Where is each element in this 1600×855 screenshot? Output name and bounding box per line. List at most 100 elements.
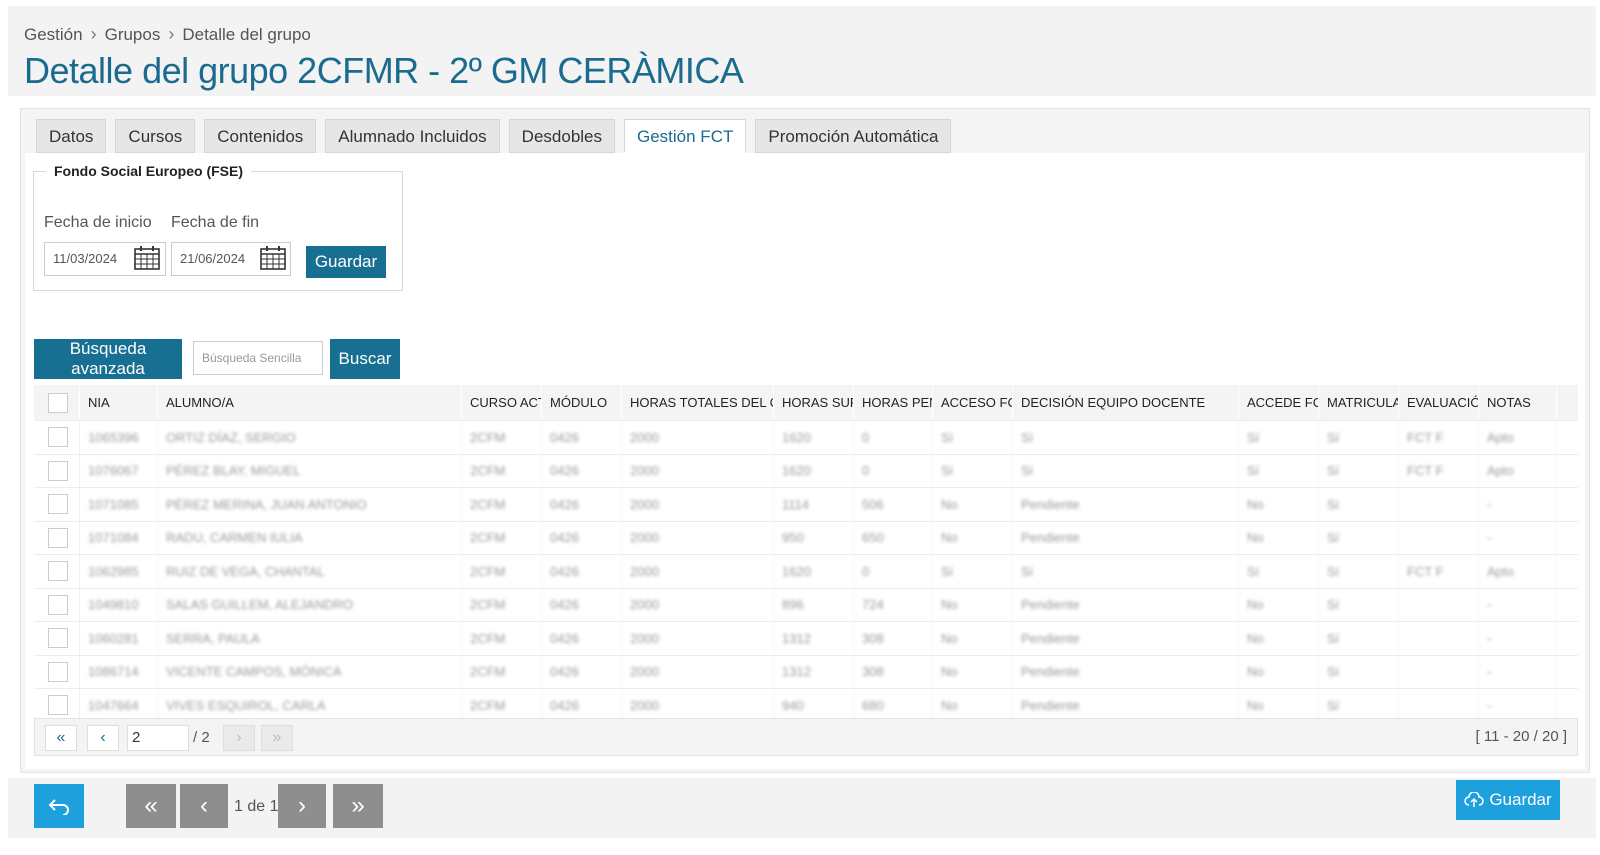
cell-horas-superadas: 1114 bbox=[774, 488, 854, 521]
row-checkbox[interactable] bbox=[48, 561, 68, 582]
cell-curso-actual: 2CFM bbox=[462, 555, 542, 588]
column-header-notas[interactable]: NOTAS bbox=[1479, 385, 1557, 420]
cell-decision-equipo-docente: Pendiente bbox=[1013, 488, 1239, 521]
row-checkbox[interactable] bbox=[48, 494, 68, 515]
breadcrumb-gestion[interactable]: Gestión bbox=[24, 25, 83, 45]
table-row[interactable]: 1062985 RUIZ DE VEGA, CHANTAL 2CFM 0426 2000… bbox=[34, 555, 1578, 589]
tab-cursos[interactable]: Cursos bbox=[115, 119, 196, 153]
column-header-evaluacion[interactable]: EVALUACIÓN bbox=[1399, 385, 1479, 420]
cell-alumno: PÉREZ MERINA, JUAN ANTONIO bbox=[158, 488, 462, 521]
cell-matriculado: Sí bbox=[1319, 655, 1399, 688]
cell-matriculado: Sí bbox=[1319, 421, 1399, 454]
table-row[interactable]: 1086714 VICENTE CAMPOS, MÓNICA 2CFM 0426 200… bbox=[34, 655, 1578, 689]
page-number-input[interactable]: 2 bbox=[127, 725, 189, 751]
cell-nia: 1071085 bbox=[80, 488, 158, 521]
table-row[interactable]: 1076067 PÉREZ BLAY, MIGUEL 2CFM 0426 2000 162… bbox=[34, 454, 1578, 488]
advanced-search-button[interactable]: Búsqueda avanzada bbox=[34, 339, 182, 379]
cell-horas-pendientes: 680 bbox=[854, 689, 933, 722]
cell-nia: 1065396 bbox=[80, 421, 158, 454]
cell-decision-equipo-docente: Pendiente bbox=[1013, 622, 1239, 655]
cell-alumno: VICENTE CAMPOS, MÓNICA bbox=[158, 655, 462, 688]
footer-toolbar: « ‹ 1 de 1 › » Guardar bbox=[8, 778, 1596, 838]
tab-alumnado-incluidos[interactable]: Alumnado Incluidos bbox=[325, 119, 500, 153]
row-checkbox[interactable] bbox=[48, 661, 68, 682]
column-header-alumno[interactable]: ALUMNO/A bbox=[158, 385, 462, 420]
chevron-right-icon: › bbox=[168, 24, 175, 44]
cloud-upload-icon bbox=[1464, 792, 1485, 807]
column-header-acceso-fct[interactable]: ACCESO FCT bbox=[933, 385, 1013, 420]
breadcrumb-grupos[interactable]: Grupos bbox=[105, 25, 161, 45]
cell-horas-pendientes: 650 bbox=[854, 521, 933, 554]
cell-horas-superadas: 940 bbox=[774, 689, 854, 722]
footer-next-page-icon[interactable]: › bbox=[278, 784, 326, 828]
footer-save-button[interactable]: Guardar bbox=[1456, 780, 1560, 820]
column-header-decision-equipo-docente[interactable]: DECISIÓN EQUIPO DOCENTE bbox=[1013, 385, 1239, 420]
row-checkbox[interactable] bbox=[48, 695, 68, 716]
calendar-icon[interactable] bbox=[259, 245, 287, 271]
cell-notas: - bbox=[1479, 588, 1557, 621]
cell-accede-fct: No bbox=[1239, 521, 1319, 554]
column-header-horas-superadas[interactable]: HORAS SUPER bbox=[774, 385, 854, 420]
fse-save-button[interactable]: Guardar bbox=[306, 246, 386, 278]
students-table: NIAALUMNO/ACURSO ACTUAMÓDULOHORAS TOTALE… bbox=[34, 385, 1578, 756]
cell-nia: 1062985 bbox=[80, 555, 158, 588]
table-row[interactable]: 1071084 RADU, CARMEN IULIA 2CFM 0426 2000 950… bbox=[34, 521, 1578, 555]
column-header-accede-fct[interactable]: ACCEDE FCT bbox=[1239, 385, 1319, 420]
tab-content: Fondo Social Europeo (FSE) Fecha de inic… bbox=[25, 153, 1585, 769]
tab-datos[interactable]: Datos bbox=[36, 119, 107, 153]
cell-acceso-fct: No bbox=[933, 622, 1013, 655]
row-checkbox[interactable] bbox=[48, 628, 68, 649]
next-page-icon[interactable]: › bbox=[223, 725, 255, 751]
calendar-icon[interactable] bbox=[133, 245, 161, 271]
tab-desdobles[interactable]: Desdobles bbox=[508, 119, 615, 153]
column-header-nia[interactable]: NIA bbox=[80, 385, 158, 420]
back-button[interactable] bbox=[34, 784, 84, 828]
cell-notas: - bbox=[1479, 488, 1557, 521]
row-checkbox[interactable] bbox=[48, 427, 68, 448]
tab-promocion-automatica[interactable]: Promoción Automática bbox=[755, 119, 952, 153]
cell-accede-fct: No bbox=[1239, 622, 1319, 655]
tab-contenidos[interactable]: Contenidos bbox=[204, 119, 317, 153]
row-checkbox[interactable] bbox=[48, 527, 68, 548]
table-row[interactable]: 1049810 SALAS GUILLEM, ALEJANDRO 2CFM 0426 2… bbox=[34, 588, 1578, 622]
cell-modulo: 0426 bbox=[542, 521, 622, 554]
cell-matriculado: Sí bbox=[1319, 622, 1399, 655]
select-all-checkbox[interactable] bbox=[48, 392, 68, 413]
cell-accede-fct: Sí bbox=[1239, 454, 1319, 487]
cell-evaluacion bbox=[1399, 521, 1479, 554]
prev-page-icon[interactable]: ‹ bbox=[87, 725, 119, 751]
cell-modulo: 0426 bbox=[542, 588, 622, 621]
row-checkbox[interactable] bbox=[48, 460, 68, 481]
table-header-row: NIAALUMNO/ACURSO ACTUAMÓDULOHORAS TOTALE… bbox=[34, 385, 1578, 421]
cell-curso-actual: 2CFM bbox=[462, 488, 542, 521]
table-row[interactable]: 1060281 SERRA, PAULA 2CFM 0426 2000 1312 308 No… bbox=[34, 622, 1578, 656]
row-checkbox[interactable] bbox=[48, 594, 68, 615]
cell-accede-fct: No bbox=[1239, 689, 1319, 722]
search-button[interactable]: Buscar bbox=[330, 339, 400, 379]
column-header-modulo[interactable]: MÓDULO bbox=[542, 385, 622, 420]
row-checkbox-cell bbox=[34, 555, 80, 588]
column-header-horas-totales[interactable]: HORAS TOTALES DEL CICLO bbox=[622, 385, 774, 420]
column-header-matriculado[interactable]: MATRICULADO bbox=[1319, 385, 1399, 420]
cell-matriculado: Sí bbox=[1319, 454, 1399, 487]
tab-gestion-fct[interactable]: Gestión FCT bbox=[624, 119, 747, 153]
return-arrow-icon bbox=[48, 799, 69, 815]
column-header-curso-actual[interactable]: CURSO ACTUA bbox=[462, 385, 542, 420]
cell-horas-superadas: 896 bbox=[774, 588, 854, 621]
cell-horas-pendientes: 0 bbox=[854, 555, 933, 588]
cell-horas-superadas: 950 bbox=[774, 521, 854, 554]
first-page-icon[interactable]: « bbox=[45, 725, 77, 751]
cell-modulo: 0426 bbox=[542, 622, 622, 655]
table-row[interactable]: 1065396 ORTIZ DÍAZ, SERGIO 2CFM 0426 2000 162… bbox=[34, 421, 1578, 455]
last-page-icon[interactable]: » bbox=[261, 725, 293, 751]
footer-first-page-icon[interactable]: « bbox=[126, 784, 176, 828]
footer-prev-page-icon[interactable]: ‹ bbox=[180, 784, 228, 828]
select-all-checkbox-cell bbox=[34, 385, 80, 420]
end-date-label: Fecha de fin bbox=[171, 214, 260, 231]
cell-decision-equipo-docente: Pendiente bbox=[1013, 689, 1239, 722]
footer-save-label: Guardar bbox=[1489, 790, 1552, 809]
footer-last-page-icon[interactable]: » bbox=[333, 784, 383, 828]
table-row[interactable]: 1071085 PÉREZ MERINA, JUAN ANTONIO 2CFM 042… bbox=[34, 488, 1578, 522]
column-header-horas-pendientes[interactable]: HORAS PENDI bbox=[854, 385, 933, 420]
simple-search-input[interactable]: Búsqueda Sencilla bbox=[193, 341, 323, 375]
